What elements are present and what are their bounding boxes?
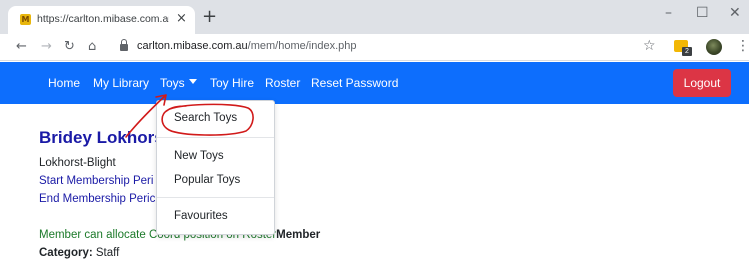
- site-favicon-icon: M: [20, 14, 31, 25]
- browser-toolbar: ← → ↻ ⌂ carlton.mibase.com.au/mem/home/i…: [0, 34, 749, 61]
- nav-toys-dropdown[interactable]: Toys: [160, 76, 185, 90]
- menu-item-search-toys[interactable]: Search Toys: [174, 112, 237, 124]
- browser-tab[interactable]: M https://carlton.mibase.com.au/m ×: [8, 6, 195, 34]
- toys-caret-down-icon[interactable]: [189, 79, 197, 84]
- address-bar-url[interactable]: carlton.mibase.com.au/mem/home/index.php: [137, 40, 357, 52]
- window-close-icon[interactable]: ✕: [729, 5, 741, 21]
- nav-home-link[interactable]: Home: [48, 76, 80, 90]
- home-icon[interactable]: ⌂: [88, 39, 96, 55]
- nav-reset-password-link[interactable]: Reset Password: [311, 76, 398, 90]
- lock-icon[interactable]: [120, 39, 128, 51]
- coord-permission-role: Member: [276, 229, 321, 241]
- profile-avatar[interactable]: [706, 39, 722, 55]
- end-membership-link[interactable]: End Membership Peric: [39, 193, 155, 205]
- menu-divider: [157, 137, 274, 138]
- bookmark-star-icon[interactable]: ☆: [643, 38, 656, 54]
- category-value: Staff: [92, 247, 120, 259]
- menu-divider: [157, 197, 274, 198]
- reload-icon[interactable]: ↻: [64, 39, 75, 55]
- tab-close-icon[interactable]: ×: [176, 11, 187, 27]
- logout-button[interactable]: Logout: [673, 69, 731, 97]
- new-tab-icon[interactable]: +: [202, 8, 217, 26]
- back-icon[interactable]: ←: [16, 39, 27, 55]
- category-label: Category:: [39, 247, 93, 259]
- browser-tabstrip: M https://carlton.mibase.com.au/m × + – …: [0, 0, 749, 34]
- menu-item-new-toys[interactable]: New Toys: [174, 150, 224, 162]
- window-maximize-icon[interactable]: ☐: [696, 5, 709, 21]
- nav-roster-link[interactable]: Roster: [265, 76, 300, 90]
- tab-title: https://carlton.mibase.com.au/m: [37, 13, 169, 25]
- member-surname: Lokhorst-Blight: [39, 157, 116, 169]
- extension-badge: 2: [682, 47, 692, 56]
- toys-dropdown-menu: Search Toys New Toys Popular Toys Favour…: [156, 100, 275, 235]
- browser-menu-icon[interactable]: ⋮: [736, 38, 749, 54]
- nav-toy-hire-link[interactable]: Toy Hire: [210, 76, 254, 90]
- site-navbar: Home My Library Toys Toy Hire Roster Res…: [0, 62, 749, 104]
- start-membership-link[interactable]: Start Membership Peri: [39, 175, 153, 187]
- menu-item-favourites[interactable]: Favourites: [174, 210, 228, 222]
- window-minimize-icon[interactable]: –: [665, 5, 672, 21]
- forward-icon[interactable]: →: [41, 39, 52, 55]
- nav-my-library-link[interactable]: My Library: [93, 76, 149, 90]
- menu-item-popular-toys[interactable]: Popular Toys: [174, 174, 240, 186]
- member-category: Category: Staff: [39, 247, 119, 259]
- member-name-heading: Bridey Lokhors: [39, 128, 164, 147]
- url-path: /mem/home/index.php: [247, 40, 357, 52]
- url-host: carlton.mibase.com.au: [137, 40, 248, 52]
